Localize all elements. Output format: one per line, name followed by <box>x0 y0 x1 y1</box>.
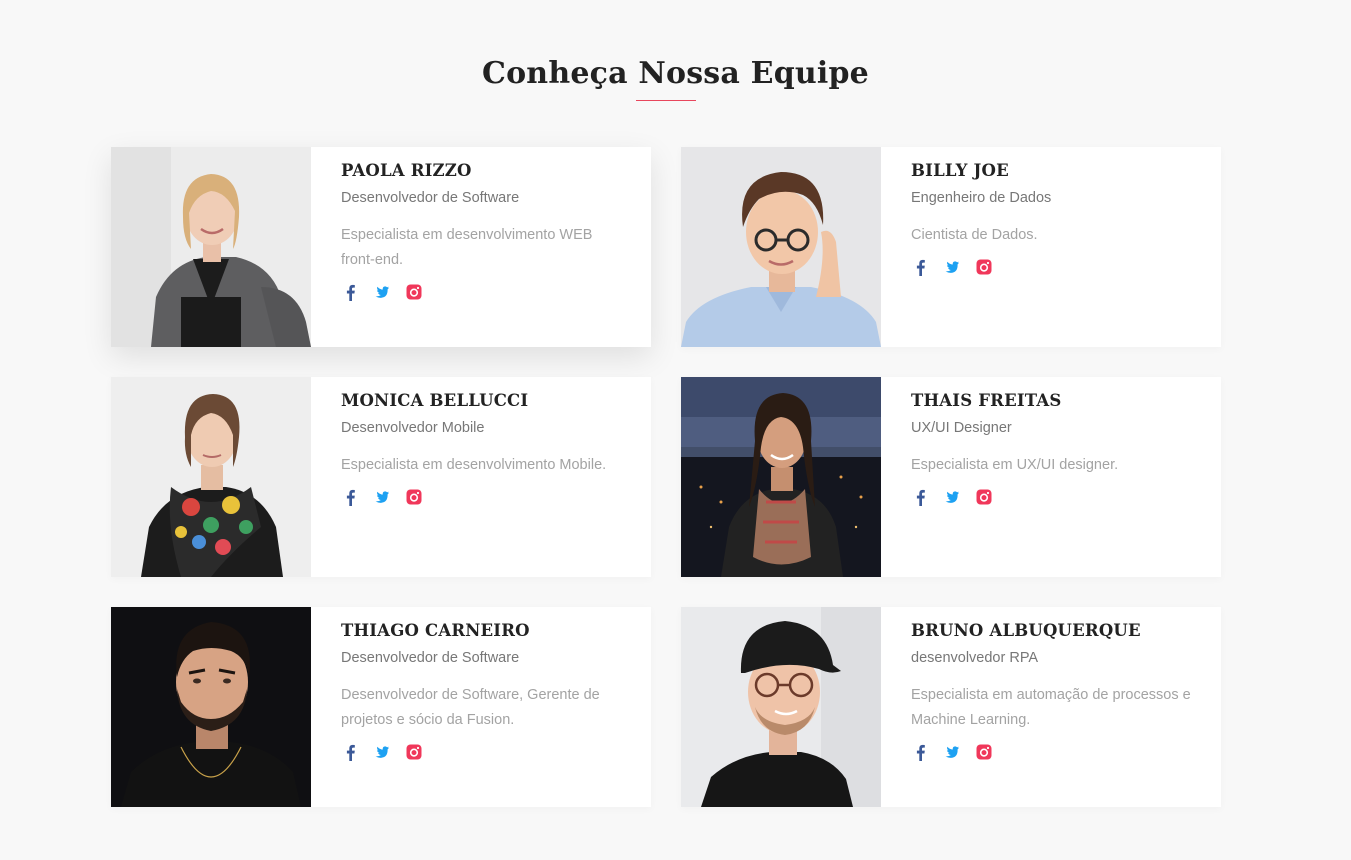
member-description: Especialista em automação de processos e… <box>911 687 1191 728</box>
member-photo <box>111 377 311 577</box>
member-description: Especialista em desenvolvimento WEB fron… <box>341 227 593 268</box>
team-grid: PAOLA RIZZO Desenvolvedor de Software Es… <box>111 147 1221 807</box>
member-description: Cientista de Dados. <box>911 227 1038 243</box>
member-name: BILLY JOE <box>911 161 1009 180</box>
social-links <box>341 488 621 506</box>
instagram-icon[interactable] <box>975 488 993 506</box>
member-photo <box>111 607 311 807</box>
member-photo <box>111 147 311 347</box>
twitter-icon[interactable] <box>373 283 391 301</box>
member-role: desenvolvedor RPA <box>911 650 1039 666</box>
member-name: PAOLA RIZZO <box>341 161 472 180</box>
social-links <box>341 743 621 761</box>
member-description: Desenvolvedor de Software, Gerente de pr… <box>341 687 600 728</box>
facebook-icon[interactable] <box>341 283 359 301</box>
instagram-icon[interactable] <box>405 743 423 761</box>
social-links <box>911 743 1191 761</box>
member-role: Engenheiro de Dados <box>911 190 1052 206</box>
twitter-icon[interactable] <box>373 488 391 506</box>
instagram-icon[interactable] <box>975 743 993 761</box>
team-card: BILLY JOE Engenheiro de Dados Cientista … <box>681 147 1221 347</box>
social-links <box>341 283 621 301</box>
team-card: BRUNO ALBUQUERQUE desenvolvedor RPA Espe… <box>681 607 1221 807</box>
instagram-icon[interactable] <box>975 258 993 276</box>
facebook-icon[interactable] <box>911 258 929 276</box>
member-role: Desenvolvedor Mobile <box>341 420 485 436</box>
facebook-icon[interactable] <box>911 743 929 761</box>
twitter-icon[interactable] <box>943 743 961 761</box>
member-name: THIAGO CARNEIRO <box>341 621 530 640</box>
social-links <box>911 258 1191 276</box>
member-role: Desenvolvedor de Software <box>341 190 520 206</box>
member-name: BRUNO ALBUQUERQUE <box>911 621 1141 640</box>
team-card: THAIS FREITAS UX/UI Designer Especialist… <box>681 377 1221 577</box>
team-card: THIAGO CARNEIRO Desenvolvedor de Softwar… <box>111 607 651 807</box>
facebook-icon[interactable] <box>341 488 359 506</box>
title-underline <box>636 100 696 101</box>
member-role: Desenvolvedor de Software <box>341 650 520 666</box>
member-role: UX/UI Designer <box>911 420 1012 436</box>
twitter-icon[interactable] <box>943 258 961 276</box>
twitter-icon[interactable] <box>373 743 391 761</box>
section-title: Conheça Nossa Equipe <box>482 56 869 91</box>
instagram-icon[interactable] <box>405 283 423 301</box>
member-name: THAIS FREITAS <box>911 391 1062 410</box>
twitter-icon[interactable] <box>943 488 961 506</box>
member-photo <box>681 607 881 807</box>
member-description: Especialista em UX/UI designer. <box>911 457 1119 473</box>
instagram-icon[interactable] <box>405 488 423 506</box>
team-card: MONICA BELLUCCI Desenvolvedor Mobile Esp… <box>111 377 651 577</box>
social-links <box>911 488 1191 506</box>
facebook-icon[interactable] <box>341 743 359 761</box>
member-name: MONICA BELLUCCI <box>341 391 529 410</box>
facebook-icon[interactable] <box>911 488 929 506</box>
member-photo <box>681 377 881 577</box>
member-description: Especialista em desenvolvimento Mobile. <box>341 457 607 473</box>
member-photo <box>681 147 881 347</box>
team-card: PAOLA RIZZO Desenvolvedor de Software Es… <box>111 147 651 347</box>
